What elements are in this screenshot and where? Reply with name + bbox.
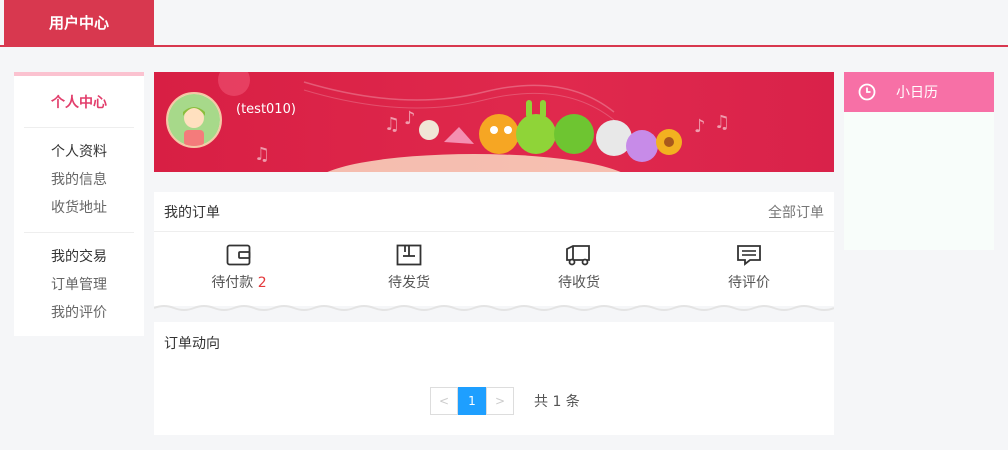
pagination-total: 共 1 条 [534,394,580,410]
pending-payment-label: 待付款 2 [211,272,266,292]
all-orders-link[interactable]: 全部订单 [768,202,824,222]
music-note-icon: ♫ [714,112,731,133]
sidebar-item-profile[interactable]: 个人资料 [24,138,134,166]
sidebar: 个人中心 个人资料 我的信息 收货地址 我的交易 订单管理 我的评价 [14,72,144,336]
sidebar-title[interactable]: 个人中心 [24,76,134,128]
pending-shipment-label: 待发货 [388,275,430,291]
sidebar-group-trade: 我的交易 订单管理 我的评价 [24,233,134,337]
clock-icon [858,83,876,101]
brand-tab[interactable]: 用户中心 [4,0,154,45]
pending-review-item[interactable]: 待评价 [664,232,834,304]
pending-payment-count: 2 [257,275,267,291]
pending-receipt-item[interactable]: 待收货 [494,232,664,304]
calendar-title: 小日历 [896,85,938,101]
calendar-header[interactable]: 小日历 [844,72,994,112]
music-note-icon: ♫ [384,114,401,135]
username: (test010) [236,102,296,117]
page-button-1[interactable]: 1 [458,387,486,415]
pending-payment-text: 待付款 [211,275,254,291]
pending-review-label: 待评价 [728,275,770,291]
package-icon [396,244,422,266]
sidebar-item-address[interactable]: 收货地址 [24,194,134,222]
activity-title: 订单动向 [164,336,220,352]
sidebar-item-my-trade[interactable]: 我的交易 [24,243,134,271]
next-page-button[interactable]: > [486,387,514,415]
brand-label: 用户中心 [48,14,109,32]
music-note-icon: ♫ [254,144,271,165]
user-avatar-icon [168,94,220,146]
sidebar-item-orders[interactable]: 订单管理 [24,271,134,299]
music-note-icon: ♪ [694,116,706,137]
sidebar-group-profile: 个人资料 我的信息 收货地址 [24,128,134,233]
orders-title: 我的订单 [164,204,220,221]
pagination: < 1 > 共 1 条 [430,387,580,415]
truck-icon [566,245,590,266]
pending-receipt-label: 待收货 [558,275,600,291]
sidebar-item-reviews[interactable]: 我的评价 [24,299,134,327]
order-activity-panel: 订单动向 < 1 > 共 1 条 [154,322,834,435]
pending-shipment-item[interactable]: 待发货 [324,232,494,304]
comment-icon [737,245,761,266]
music-note-icon: ♪ [404,108,416,129]
order-status-list: 待付款 2 待发货 待收货 待评价 [154,232,834,304]
sidebar-item-my-info[interactable]: 我的信息 [24,166,134,194]
my-orders-panel: 我的订单 全部订单 待付款 2 待发货 待收货 待评价 [154,192,834,311]
pending-payment-item[interactable]: 待付款 2 [154,232,324,304]
avatar[interactable] [166,92,222,148]
mini-calendar-panel: 小日历 [844,72,994,250]
top-bar: 用户中心 [0,0,1008,47]
wallet-icon [226,244,251,266]
orders-header: 我的订单 全部订单 [154,192,834,232]
prev-page-button[interactable]: < [430,387,458,415]
wave-divider [154,305,834,311]
profile-banner: ♫ ♫ ♪ ♫ ♪ (test010) [154,72,834,172]
